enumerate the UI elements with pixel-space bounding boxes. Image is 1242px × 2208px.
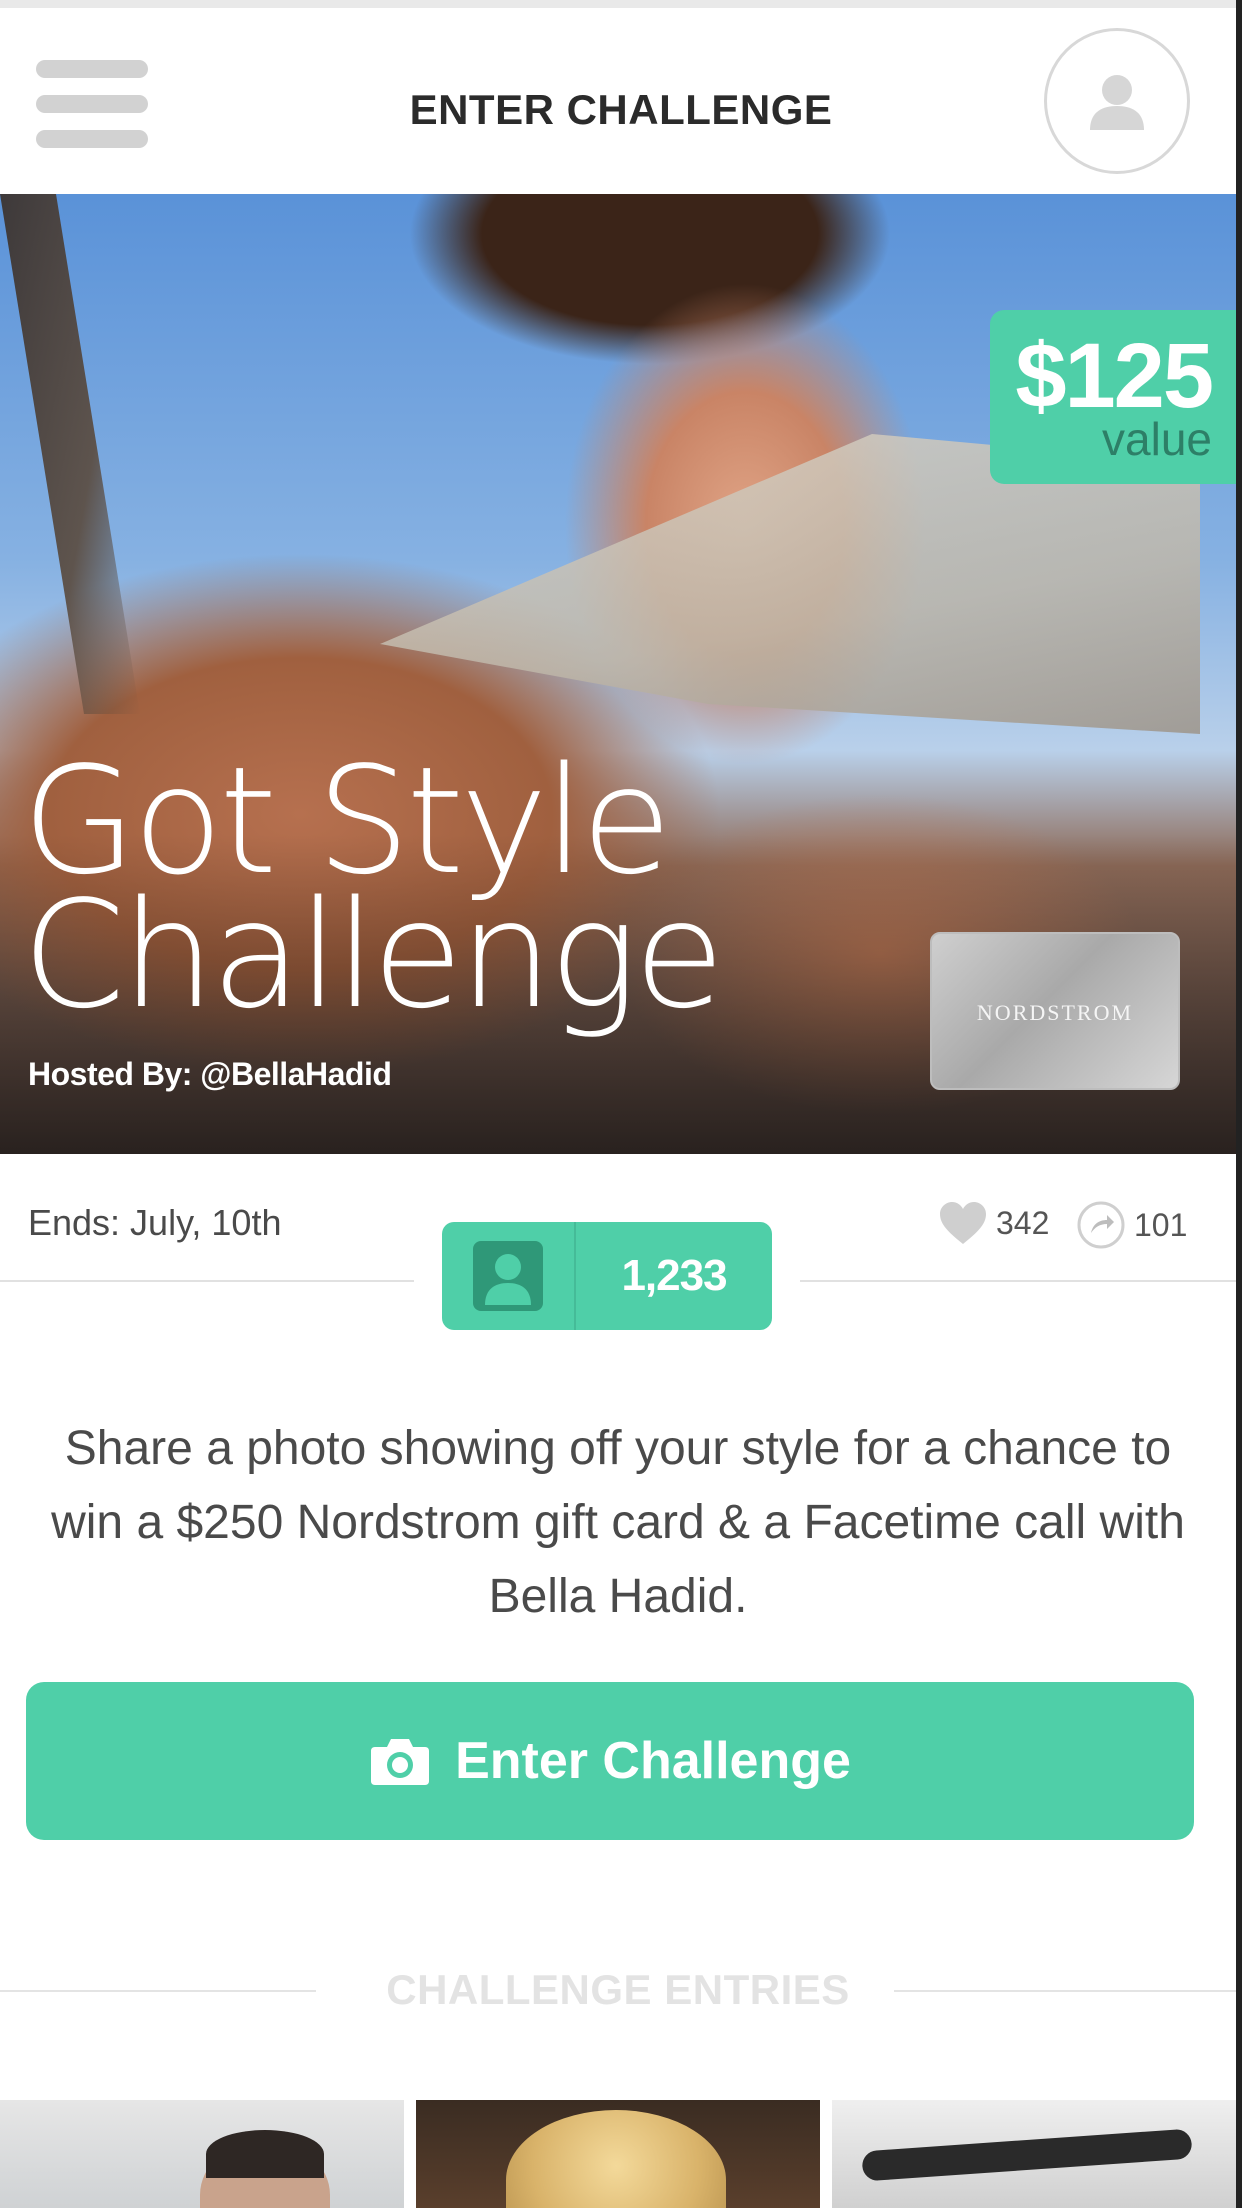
- top-nav-bar: ENTER CHALLENGE: [0, 0, 1242, 194]
- enter-challenge-label: Enter Challenge: [455, 1732, 851, 1790]
- prize-value-badge: $125 value: [990, 310, 1236, 484]
- entrants-count-button[interactable]: 1,233: [442, 1222, 772, 1330]
- likes-count: 342: [996, 1204, 1050, 1241]
- entry-thumbnail[interactable]: [0, 2100, 404, 2208]
- entry-thumbnail[interactable]: [832, 2100, 1236, 2208]
- end-date: Ends: July, 10th: [28, 1202, 282, 1243]
- entrants-count: 1,233: [621, 1251, 727, 1300]
- shares-stat[interactable]: 101: [1076, 1200, 1187, 1250]
- enter-challenge-button[interactable]: Enter Challenge: [26, 1682, 1194, 1840]
- prize-value-label: value: [1102, 413, 1212, 465]
- shares-count: 101: [1134, 1206, 1188, 1243]
- prize-amount: $125: [1015, 325, 1214, 427]
- divider: [800, 1280, 1236, 1282]
- profile-button[interactable]: [1044, 28, 1190, 174]
- user-icon: [1090, 75, 1144, 130]
- challenge-meta-row: Ends: July, 10th 1,233 342 101: [0, 1154, 1236, 1334]
- user-icon: [442, 1222, 576, 1330]
- gift-card-logo: NORDSTROM: [976, 1000, 1134, 1025]
- challenge-description: Share a photo showing off your style for…: [51, 1422, 1185, 1623]
- entries-section-header: CHALLENGE ENTRIES: [0, 1960, 1236, 2020]
- heart-icon: [940, 1202, 986, 1244]
- camera-icon: [369, 1735, 431, 1787]
- entry-thumbnail[interactable]: [416, 2100, 820, 2208]
- challenge-host: Hosted By: @BellaHadid: [28, 1056, 392, 1092]
- challenge-title: Got Style Challenge: [22, 735, 725, 1041]
- gift-card-image: NORDSTROM: [930, 932, 1180, 1090]
- challenge-hero-image: $125 value Got Style Challenge Hosted By…: [0, 194, 1236, 1154]
- share-icon: [1077, 1201, 1125, 1249]
- divider: [894, 1990, 1236, 1992]
- divider: [0, 1280, 414, 1282]
- likes-stat[interactable]: 342: [938, 1200, 1049, 1246]
- entries-grid: [0, 2100, 1236, 2208]
